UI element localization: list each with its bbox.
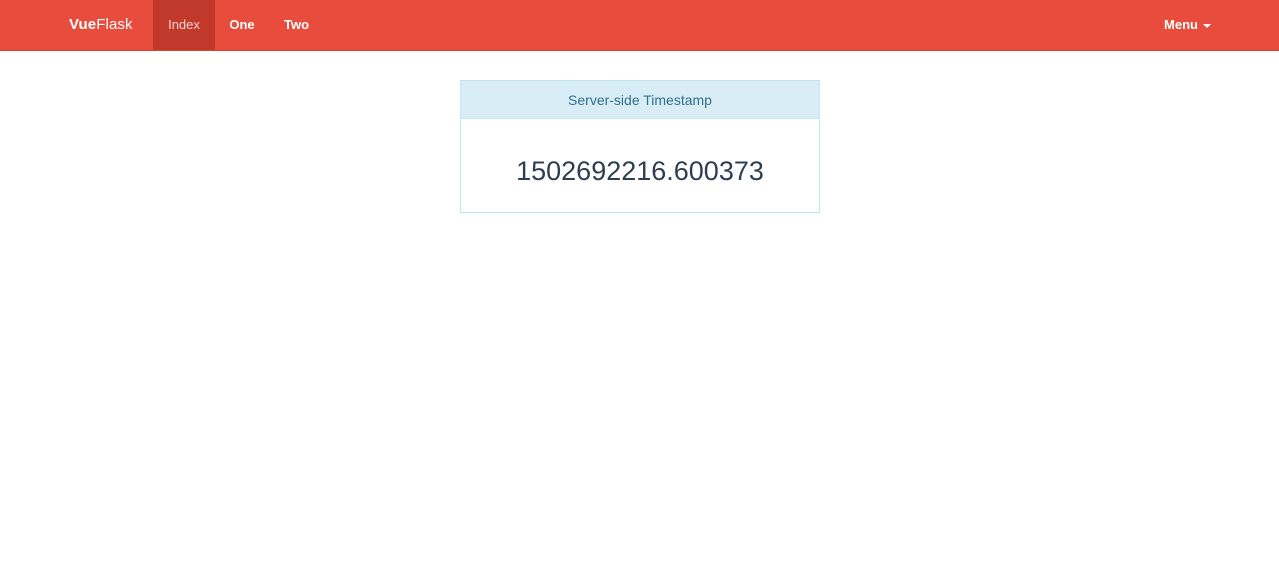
timestamp-value: 1502692216.600373 (516, 156, 764, 186)
brand-logo[interactable]: VueFlask (69, 0, 133, 50)
nav-item-index[interactable]: Index (153, 0, 215, 50)
nav-item-two[interactable]: Two (269, 0, 324, 50)
nav-item-one[interactable]: One (215, 0, 269, 50)
timestamp-panel: Server-side Timestamp 1502692216.600373 (460, 80, 820, 213)
menu-label: Menu (1164, 17, 1198, 32)
panel-heading: Server-side Timestamp (461, 81, 819, 119)
caret-down-icon (1203, 23, 1211, 28)
brand-vue: Vue (69, 16, 97, 33)
navbar: VueFlask Index One Two Menu (0, 0, 1279, 51)
menu-dropdown[interactable]: Menu (1164, 0, 1211, 50)
brand-flask: Flask (96, 16, 133, 33)
